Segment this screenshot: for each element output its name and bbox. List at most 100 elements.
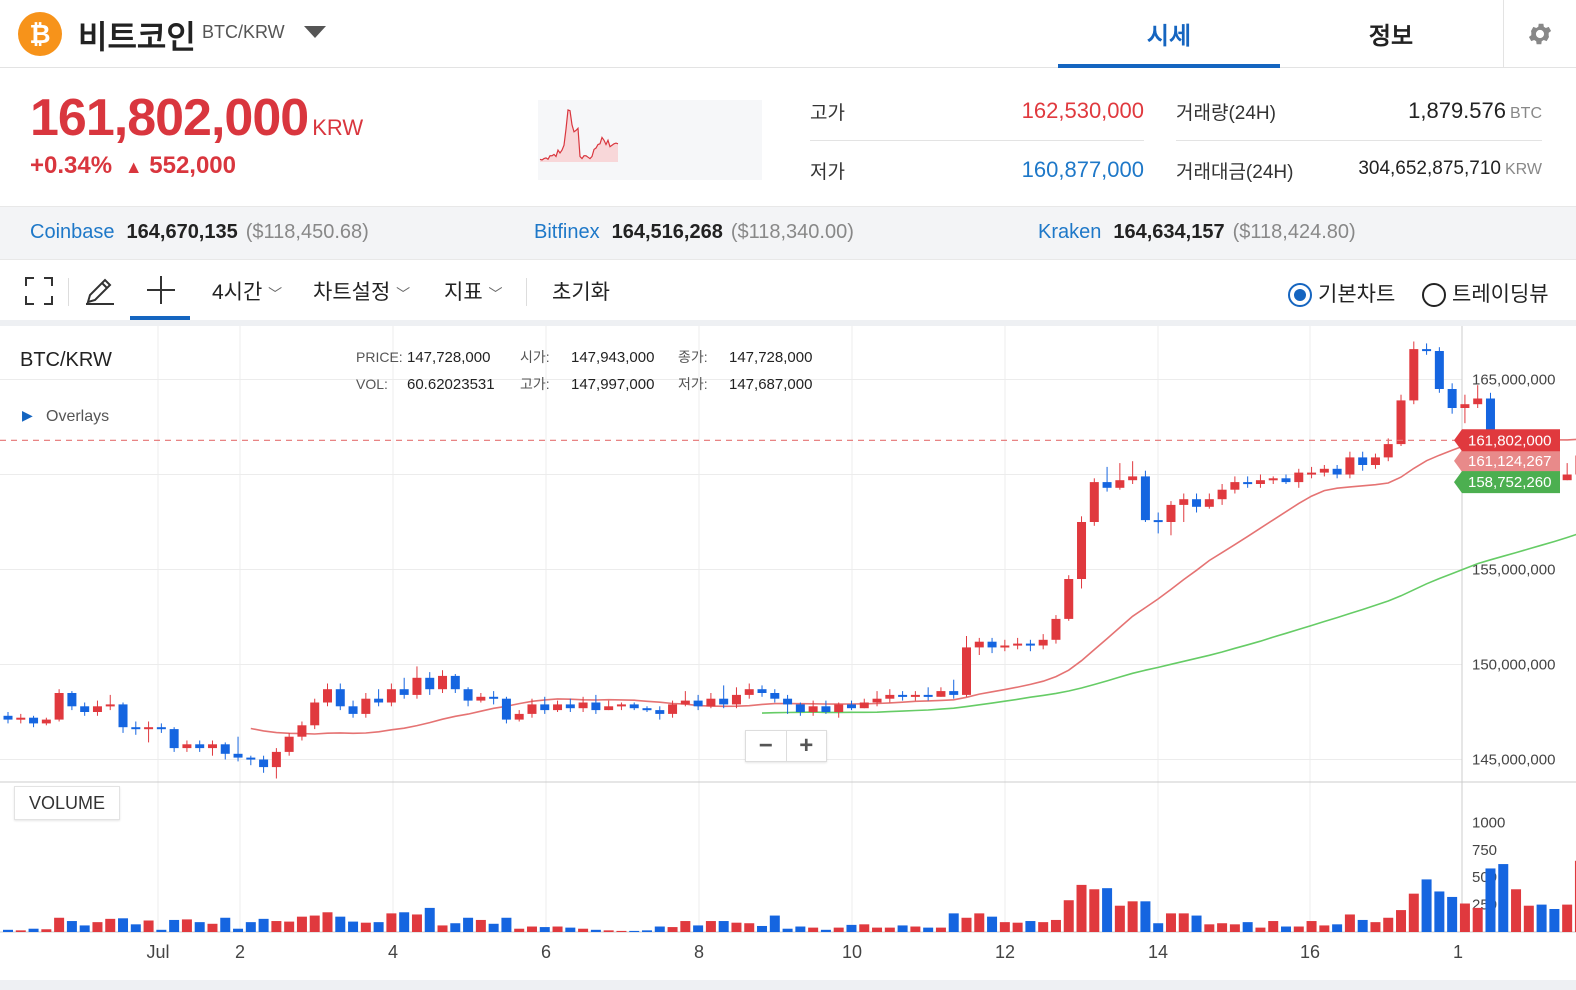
exchange-kraken[interactable]: Kraken 164,634,157 ($118,424.80) xyxy=(1038,221,1356,244)
volume-bar xyxy=(795,926,806,932)
volume-bar xyxy=(884,927,895,932)
volume-bar xyxy=(207,923,218,932)
interval-select[interactable]: 4시간 ﹀ xyxy=(212,276,282,306)
candle-body xyxy=(1307,472,1317,475)
candle-body xyxy=(872,698,882,703)
active-tab-indicator xyxy=(1058,64,1280,68)
coin-dropdown-icon[interactable] xyxy=(304,26,326,38)
exchange-coinbase[interactable]: Coinbase 164,670,135 ($118,450.68) xyxy=(30,221,369,244)
candle-body xyxy=(246,757,256,760)
candle-body xyxy=(399,689,409,695)
candle-body xyxy=(1434,351,1444,389)
x-tick-label: 16 xyxy=(1300,942,1320,962)
price-change: +0.34% ▲ 552,000 xyxy=(30,152,236,180)
volume-bar xyxy=(1229,924,1240,932)
chart-svg[interactable]: 165,000,000160,000,000155,000,000150,000… xyxy=(0,326,1576,980)
volume-bar xyxy=(386,913,397,932)
candle-body xyxy=(757,689,767,693)
candle-body xyxy=(565,704,575,709)
fullscreen-icon xyxy=(25,277,53,305)
draw-button[interactable] xyxy=(84,276,116,312)
volume-bar xyxy=(1357,919,1368,932)
candle-body xyxy=(463,689,473,701)
candle-body xyxy=(898,694,908,697)
indicators-select[interactable]: 지표 ﹀ xyxy=(444,276,502,306)
candle-body xyxy=(310,702,320,726)
candle-body xyxy=(910,694,920,697)
volume-bar xyxy=(233,928,244,932)
tradingview-radio[interactable]: 트레이딩뷰 xyxy=(1422,278,1549,308)
candle-body xyxy=(1153,520,1163,523)
tab-info[interactable]: 정보 xyxy=(1280,16,1502,51)
candle-body xyxy=(1460,404,1470,408)
fullscreen-button[interactable] xyxy=(24,276,54,312)
tradingview-label: 트레이딩뷰 xyxy=(1452,283,1549,306)
candle-body xyxy=(1345,457,1355,475)
candle-body xyxy=(1217,489,1227,500)
candle-body xyxy=(1473,398,1483,405)
volume-bar xyxy=(245,922,256,932)
candle-body xyxy=(41,719,51,724)
candle-body xyxy=(859,702,869,709)
basic-chart-label: 기본차트 xyxy=(1318,283,1396,306)
y-tick-label: 150,000,000 xyxy=(1472,657,1555,674)
candle-body xyxy=(808,706,818,712)
candle-body xyxy=(680,700,690,705)
info-label: 고가: xyxy=(520,376,550,392)
volume-bar xyxy=(488,923,499,932)
exchange-bitfinex[interactable]: Bitfinex 164,516,268 ($118,340.00) xyxy=(534,221,854,244)
reset-button[interactable]: 초기화 xyxy=(552,276,610,306)
crosshair-button[interactable] xyxy=(145,274,177,312)
candle-body xyxy=(987,641,997,648)
candle-body xyxy=(604,706,614,711)
candle-body xyxy=(323,689,332,703)
volume-bar xyxy=(603,930,614,932)
candle-body xyxy=(1038,639,1048,646)
high-value: 162,530,000 xyxy=(1021,98,1144,123)
candle-body xyxy=(1051,618,1061,640)
candle-body xyxy=(118,704,128,728)
sparkline-svg xyxy=(539,109,619,162)
volume-bar xyxy=(1140,901,1151,932)
settings-button[interactable] xyxy=(1503,0,1576,68)
volume-bar xyxy=(731,922,742,932)
volume-bar xyxy=(1127,901,1138,932)
candle-body xyxy=(616,704,626,707)
volume-bar xyxy=(28,928,39,932)
volume-bar xyxy=(79,925,90,932)
chevron-down-icon: ﹀ xyxy=(488,286,503,302)
turnover-24h: 304,652,875,710 KRW xyxy=(1300,158,1542,180)
zoom-controls: − + xyxy=(745,730,827,762)
x-tick-label: 4 xyxy=(388,942,398,962)
volume-bar xyxy=(309,915,320,932)
zoom-in-button[interactable]: + xyxy=(787,731,827,761)
change-amount: 552,000 xyxy=(149,152,237,179)
volume-bar xyxy=(642,930,652,932)
candle-body xyxy=(1077,522,1087,579)
chart-settings-select[interactable]: 차트설정 ﹀ xyxy=(313,276,410,306)
exchange-usd: ($118,340.00) xyxy=(730,221,854,243)
volume-bar xyxy=(437,925,448,932)
volume-bar xyxy=(578,928,589,932)
candlestick-chart[interactable]: 165,000,000160,000,000155,000,000150,000… xyxy=(0,320,1576,980)
candle-body xyxy=(1064,579,1074,619)
zoom-out-button[interactable]: − xyxy=(746,731,787,761)
current-price: 161,802,000 KRW xyxy=(30,88,363,148)
candle-body xyxy=(1396,400,1406,445)
chevron-down-icon: ﹀ xyxy=(268,286,283,302)
volume-bar xyxy=(373,922,384,932)
candle-body xyxy=(80,706,90,712)
tab-price[interactable]: 시세 xyxy=(1058,16,1280,51)
volume-bar xyxy=(744,923,755,932)
volume-bar xyxy=(1255,927,1266,932)
volume-bar xyxy=(411,914,422,932)
candle-body xyxy=(821,706,831,712)
candle-body xyxy=(1089,482,1099,522)
turnover-unit: KRW xyxy=(1504,161,1542,178)
basic-chart-radio[interactable]: 기본차트 xyxy=(1288,278,1395,308)
candle-body xyxy=(693,700,703,707)
volume-bar xyxy=(1447,896,1458,932)
volume-bar xyxy=(1370,922,1381,932)
chart-settings-label: 차트설정 xyxy=(313,281,391,304)
volume-bar xyxy=(1153,923,1164,932)
